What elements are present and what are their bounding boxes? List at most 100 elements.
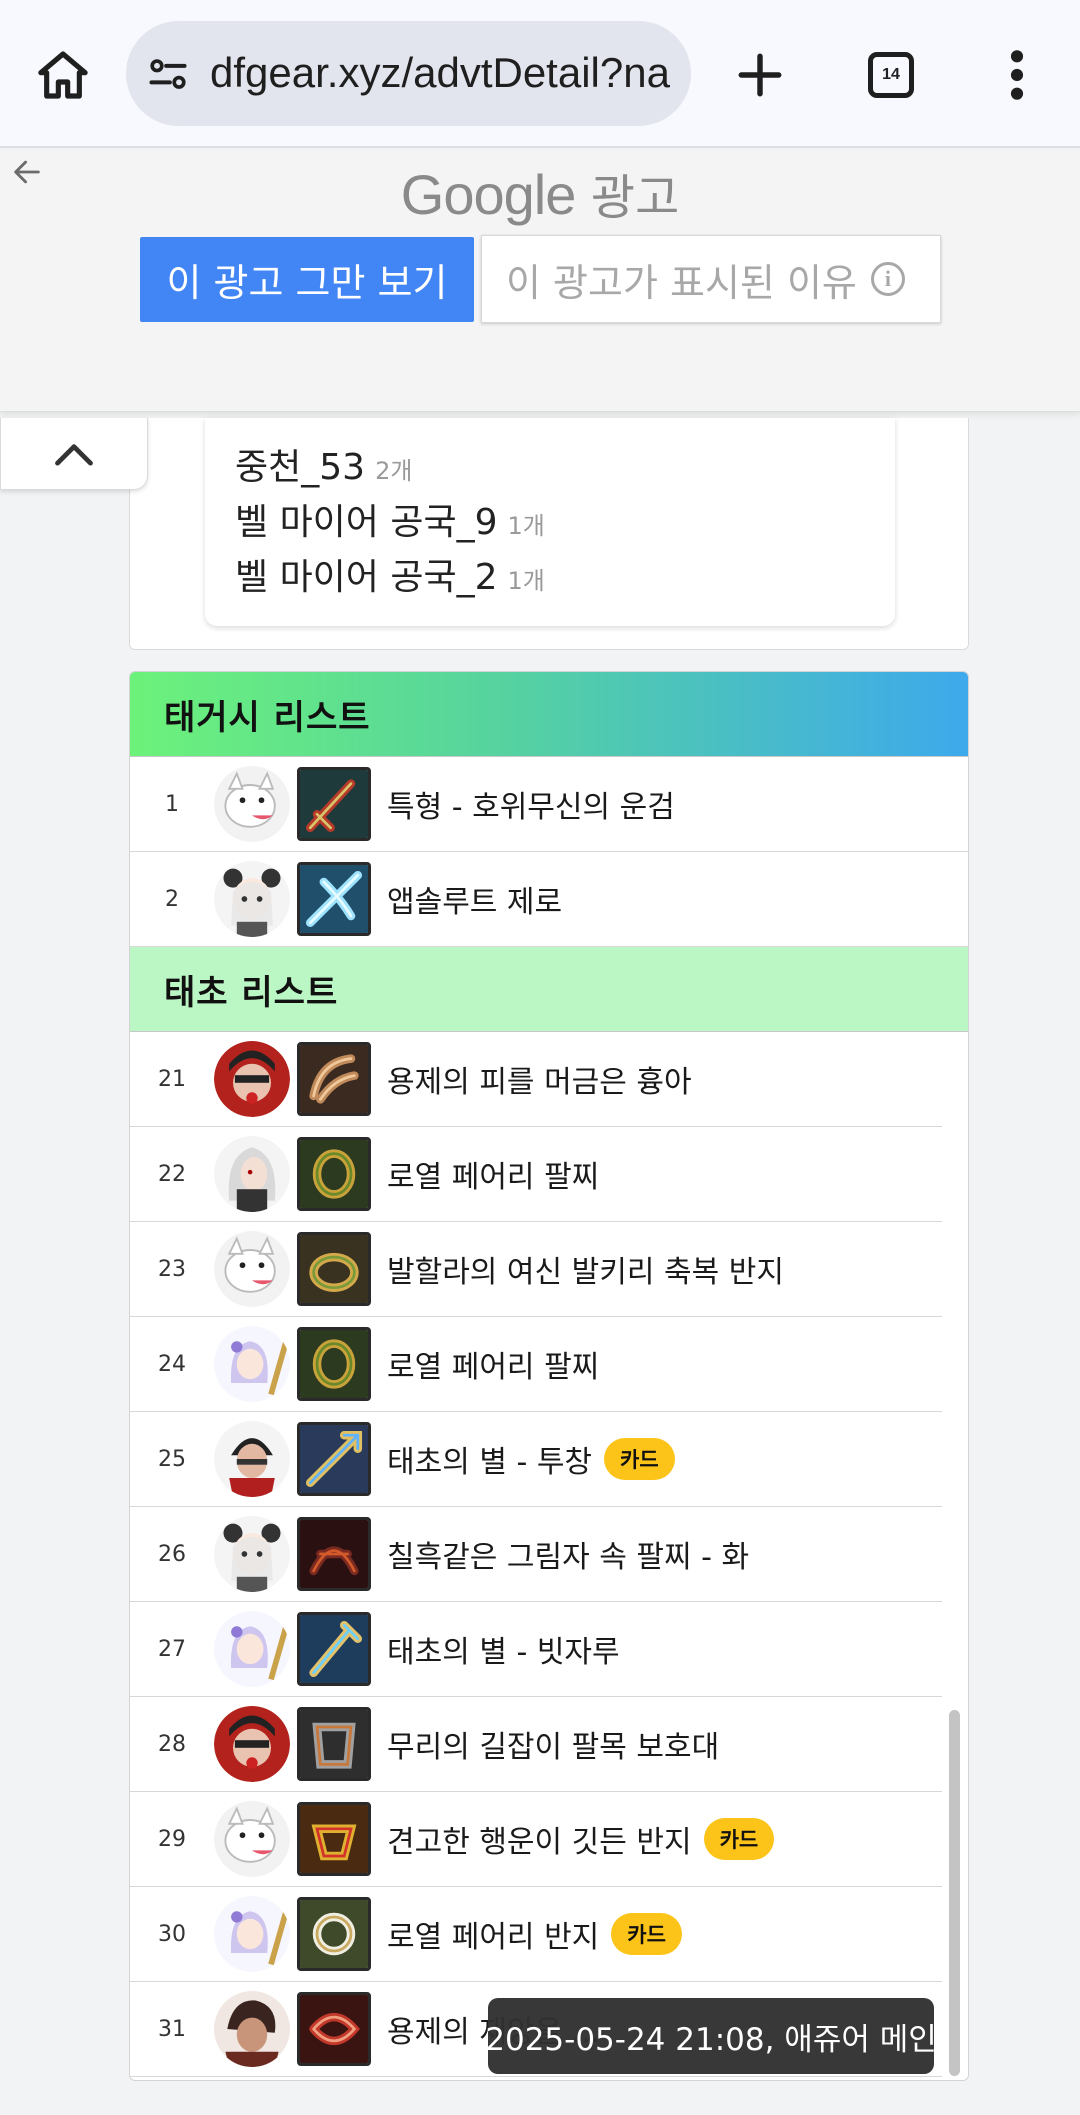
row-rank: 28 [158,1731,186,1757]
stack-list: 중천_53 2개 벨 마이어 공국_9 1개 벨 마이어 공국_2 1개 [205,418,895,626]
browser-toolbar: dfgear.xyz/advtDetail?na 14 [0,0,1080,148]
item-icon [297,767,371,841]
character-avatar [214,1041,290,1117]
character-avatar [214,1136,290,1212]
row-rank: 23 [158,1256,186,1282]
stop-seeing-ad-button[interactable]: 이 광고 그만 보기 [140,237,474,322]
item-list-card: 태거시 리스트 1 특형 - 호위무신의 운검 2 앱솔루트 제로 태초 리스트 21… [129,671,969,2081]
stack-item: 벨 마이어 공국_9 1개 [205,493,895,548]
character-avatar [214,1896,290,1972]
list-row[interactable]: 23 발할라의 여신 발키리 축복 반지 [130,1222,942,1317]
card-badge: 카드 [611,1913,682,1955]
info-icon: i [870,262,905,296]
list-row[interactable]: 22 로열 페어리 팔찌 [130,1127,942,1222]
list-row[interactable]: 28 무리의 길잡이 팔목 보호대 [130,1697,942,1792]
row-rank: 27 [158,1636,186,1662]
item-name: 무리의 길잡이 팔목 보호대 [387,1730,720,1765]
item-name: 특형 - 호위무신의 운검 [387,790,675,825]
home-button[interactable] [28,40,98,110]
list-row[interactable]: 26 칠흑같은 그림자 속 팔찌 - 화 [130,1507,942,1602]
taecho-list: 21 용제의 피를 머금은 흉아 22 로열 페어리 팔찌 23 발할라의 여신 발키리 … [130,1032,968,2077]
taecho-list-header: 태초 리스트 [130,947,968,1032]
list-row[interactable]: 30 로열 페어리 반지 카드 [130,1887,942,1982]
list-row[interactable]: 21 용제의 피를 머금은 흉아 [130,1032,942,1127]
stack-item-name: 벨 마이어 공국_9 [235,502,498,543]
row-rank: 1 [165,791,179,817]
item-icon [297,1422,371,1496]
row-rank: 31 [158,2016,186,2042]
row-rank: 25 [158,1446,186,1472]
why-this-ad-button[interactable]: 이 광고가 표시된 이유 i [481,235,941,323]
item-name: 로열 페어리 반지 [387,1920,600,1955]
row-rank: 30 [158,1921,186,1947]
ad-feedback-panel: Google 광고 이 광고 그만 보기 이 광고가 표시된 이유 i [0,150,1080,412]
item-name: 앱솔루트 제로 [387,885,563,920]
scrollbar-thumb[interactable] [949,1710,960,2076]
item-name: 로열 페어리 팔찌 [387,1160,600,1195]
stack-item: 벨 마이어 공국_2 1개 [205,548,895,603]
stack-item-count: 2개 [375,457,413,485]
home-icon [38,51,88,99]
more-menu-button[interactable] [982,40,1052,110]
site-settings-icon[interactable] [146,53,190,97]
row-rank: 29 [158,1826,186,1852]
ad-title: Google 광고 [0,158,1080,228]
item-name: 발할라의 여신 발키리 축복 반지 [387,1255,784,1290]
list-row[interactable]: 27 태초의 별 - 빗자루 [130,1602,942,1697]
character-avatar [214,1706,290,1782]
row-rank: 21 [158,1066,186,1092]
item-icon [297,862,371,936]
list-row[interactable]: 2 앱솔루트 제로 [130,852,968,947]
item-name: 태초의 별 - 투창 [387,1445,593,1480]
character-avatar [214,1516,290,1592]
card-badge: 카드 [703,1818,775,1860]
collapse-ad-button[interactable] [0,418,148,490]
stack-summary-card: 중천_53 2개 벨 마이어 공국_9 1개 벨 마이어 공국_2 1개 [129,418,969,650]
stack-item-count: 1개 [507,567,545,595]
character-avatar [214,1326,290,1402]
stack-item-name: 벨 마이어 공국_2 [235,557,498,598]
item-name: 견고한 행운이 깃든 반지 [387,1825,692,1860]
character-avatar [214,1231,290,1307]
character-avatar [214,861,290,937]
item-icon [297,1042,371,1116]
card-badge: 카드 [604,1438,675,1480]
more-vert-icon [1010,50,1024,100]
tagsi-list-header: 태거시 리스트 [130,672,968,757]
stack-item-count: 1개 [507,512,545,540]
row-rank: 24 [158,1351,186,1377]
item-icon [297,1327,371,1401]
character-avatar [214,766,290,842]
character-avatar [214,1611,290,1687]
item-name: 태초의 별 - 빗자루 [387,1635,620,1670]
new-tab-button[interactable] [725,40,795,110]
item-icon [297,1612,371,1686]
row-rank: 26 [158,1541,186,1567]
tagsi-list: 1 특형 - 호위무신의 운검 2 앱솔루트 제로 [130,757,968,947]
item-icon [297,1707,371,1781]
list-row[interactable]: 25 태초의 별 - 투창 카드 [130,1412,942,1507]
timestamp-toast: 2025-05-24 21:08, 애쥬어 메인 [485,1998,937,2074]
url-text: dfgear.xyz/advtDetail?na [210,49,670,96]
tab-count: 14 [868,52,914,98]
row-rank: 2 [165,886,179,912]
character-avatar [214,1991,290,2067]
item-name: 칠흑같은 그림자 속 팔찌 - 화 [387,1540,750,1575]
why-this-ad-label: 이 광고가 표시된 이유 [506,260,857,305]
list-row[interactable]: 1 특형 - 호위무신의 운검 [130,757,968,852]
character-avatar [214,1801,290,1877]
list-row[interactable]: 29 견고한 행운이 깃든 반지 카드 [130,1792,942,1887]
item-name: 로열 페어리 팔찌 [387,1350,600,1385]
google-logo-text: Google [400,163,577,226]
taecho-list-title: 태초 리스트 [164,972,339,1013]
item-name: 용제의 피를 머금은 흉아 [387,1065,692,1100]
item-icon [297,1802,371,1876]
ad-label: 광고 [590,172,680,225]
list-row[interactable]: 24 로열 페어리 팔찌 [130,1317,942,1412]
stack-item: 중천_53 2개 [205,438,895,493]
item-icon [297,1137,371,1211]
plus-icon [738,53,782,97]
row-rank: 22 [158,1161,186,1187]
tab-switcher-button[interactable]: 14 [856,40,926,110]
address-bar[interactable]: dfgear.xyz/advtDetail?na [126,21,691,126]
